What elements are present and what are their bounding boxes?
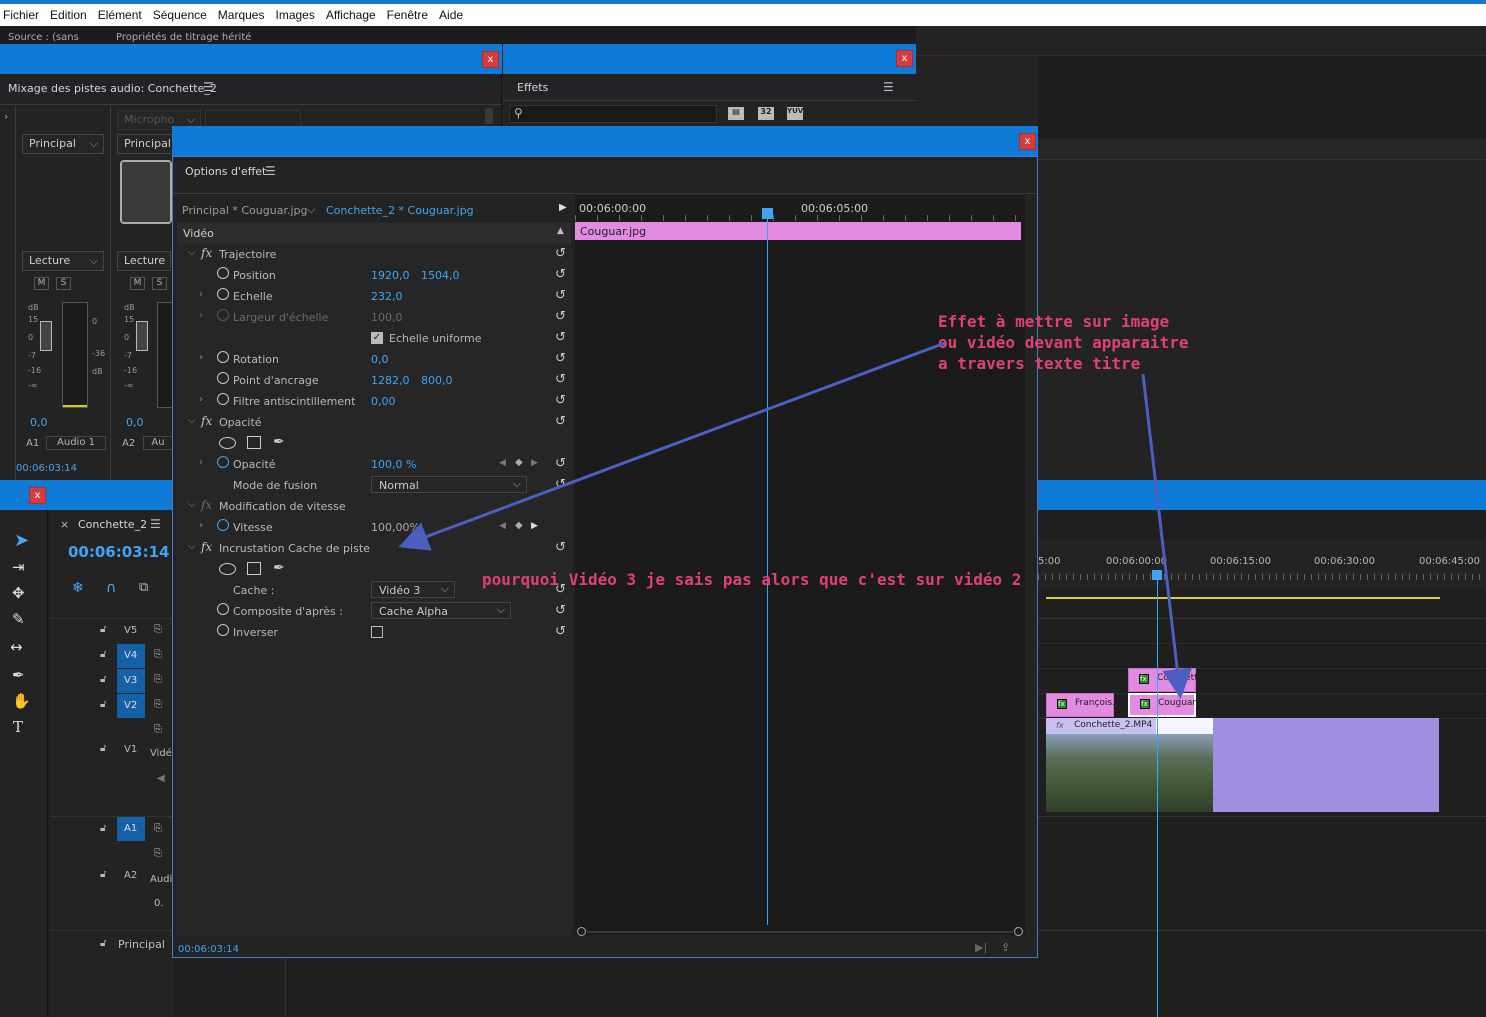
annotation-arrows	[398, 341, 1193, 699]
arrow-to-cache	[398, 341, 946, 551]
arrow-to-couguar	[1141, 373, 1193, 699]
